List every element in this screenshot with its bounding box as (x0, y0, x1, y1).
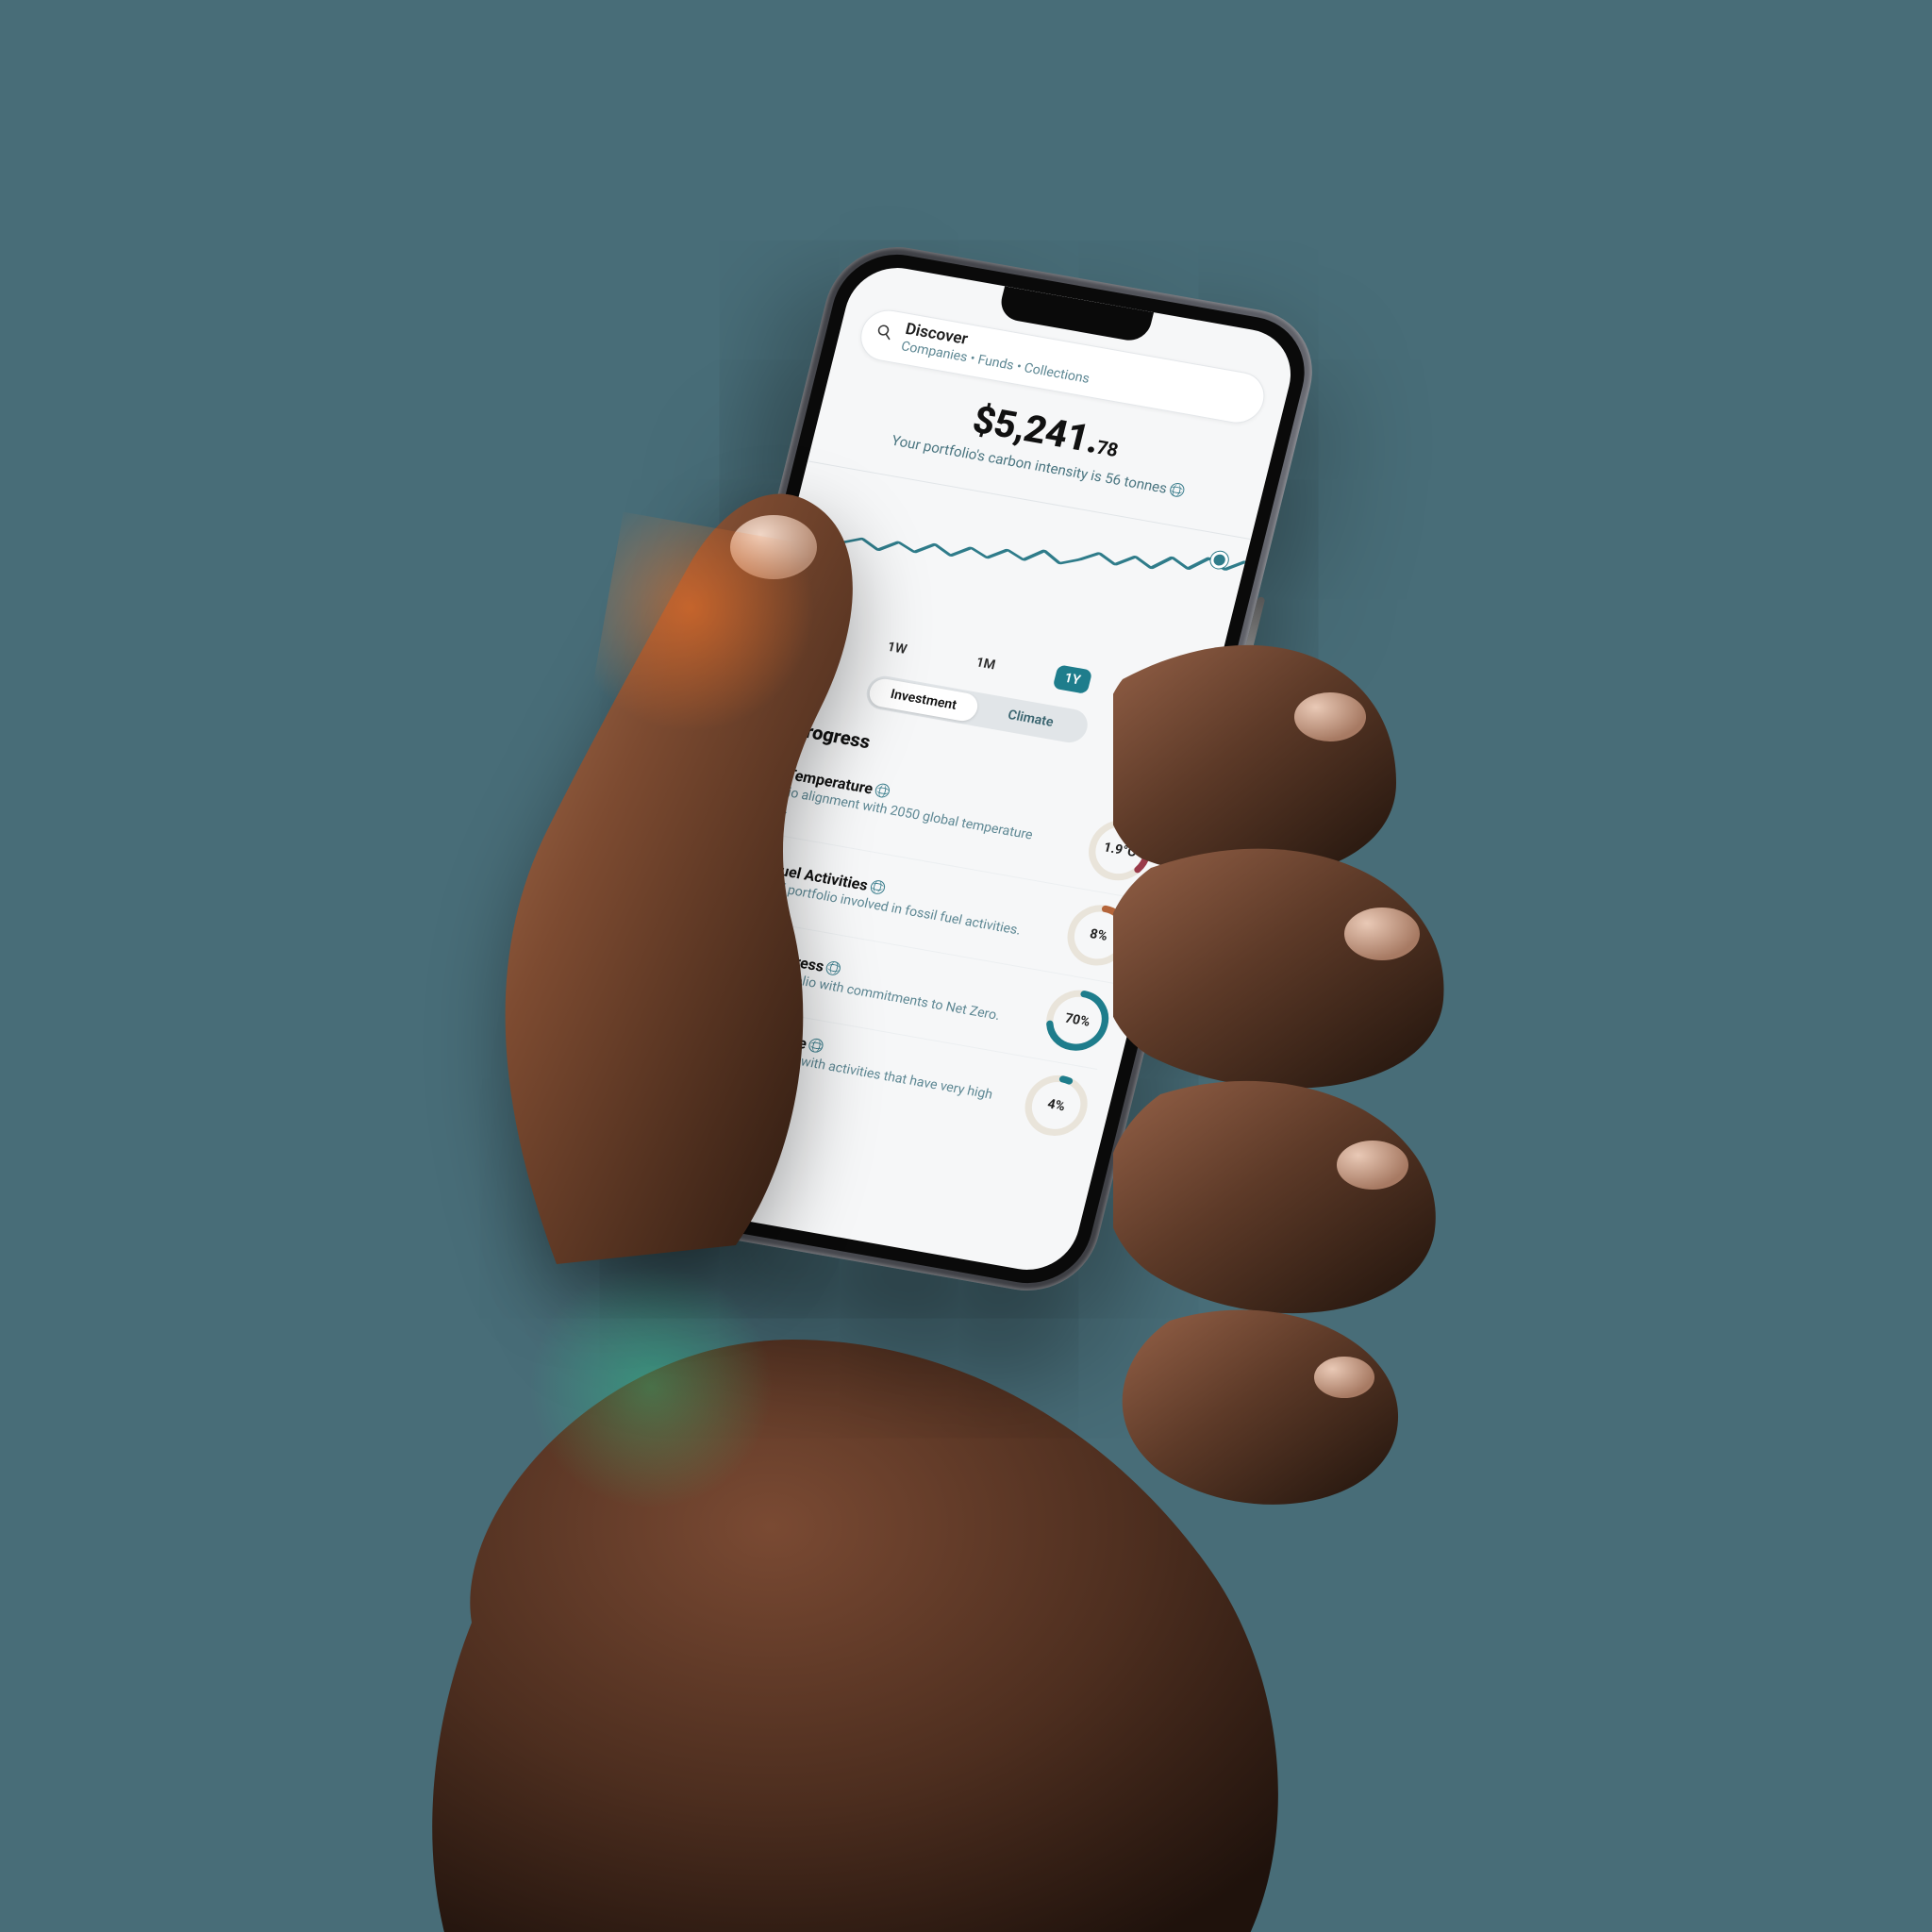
range-1y[interactable]: 1Y (1053, 664, 1092, 694)
progress-metrics: Your TemperaturePortfolio alignment with… (674, 743, 1160, 1154)
globe-icon (824, 960, 841, 976)
hand-palm (396, 1226, 1340, 1932)
range-1m[interactable]: 1M (964, 649, 1008, 679)
range-ytd[interactable]: YTD (1138, 679, 1187, 710)
globe-icon (874, 782, 891, 798)
globe-icon (869, 879, 886, 895)
globe-icon (808, 1038, 824, 1054)
range-1d[interactable]: 1D (790, 618, 830, 648)
segment-climate[interactable]: Climate (974, 695, 1088, 741)
metric-value: 4% (1018, 1070, 1094, 1141)
metric-donut: 1.9°C (1082, 814, 1158, 886)
metric-value: 8% (1060, 900, 1137, 972)
balance-minor: 78 (1094, 436, 1120, 461)
search-icon (874, 322, 895, 341)
ambient-green-glow (528, 1264, 774, 1509)
metric-donut: 8% (1060, 900, 1137, 972)
phone-device: Discover Companies • Funds • Collections… (598, 237, 1326, 1302)
range-1w[interactable]: 1W (875, 633, 919, 663)
metric-value: 1.9°C (1082, 814, 1158, 886)
metric-donut: 4% (1018, 1070, 1094, 1141)
metric-value: 70% (1040, 985, 1116, 1057)
globe-icon (1168, 482, 1185, 498)
app-root: Discover Companies • Funds • Collections… (624, 260, 1301, 1277)
metric-donut: 70% (1040, 985, 1116, 1057)
segment-investment[interactable]: Investment (867, 676, 981, 723)
